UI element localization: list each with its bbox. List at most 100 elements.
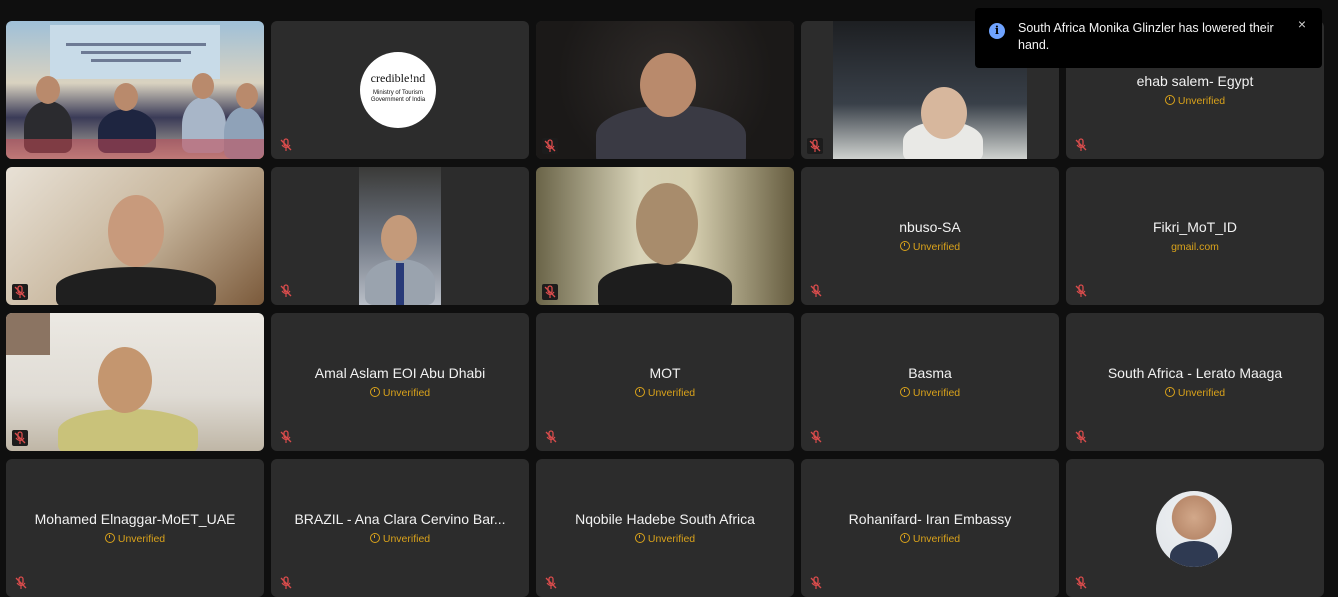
- participant-tile[interactable]: Nqobile Hadebe South Africa Unverified: [536, 459, 794, 597]
- participant-tile[interactable]: [1066, 459, 1324, 597]
- clock-icon: [1164, 387, 1175, 397]
- participant-video: [6, 21, 264, 159]
- clock-icon: [1164, 95, 1175, 105]
- mic-muted-icon: [12, 284, 28, 300]
- person-silhouette: [58, 409, 198, 451]
- participant-grid: credible!nd Ministry of Tourism Governmen…: [6, 21, 1324, 597]
- mic-muted-icon: [279, 430, 293, 444]
- logo-text: credible!nd: [370, 71, 426, 85]
- participant-tile[interactable]: [271, 167, 529, 305]
- mic-muted-icon: [1074, 284, 1088, 298]
- participant-tile[interactable]: credible!nd Ministry of Tourism Governmen…: [271, 21, 529, 159]
- mic-muted-icon: [1074, 430, 1088, 444]
- participant-name: MOT: [649, 365, 681, 381]
- participant-email-domain: gmail.com: [1171, 241, 1219, 253]
- clock-icon: [899, 241, 910, 251]
- mic-muted-icon: [542, 284, 558, 300]
- banner-text-line: [91, 59, 181, 62]
- participant-video: [536, 21, 794, 159]
- participant-name: Rohanifard- Iran Embassy: [848, 511, 1012, 527]
- person-head: [640, 53, 696, 117]
- clock-icon: [899, 387, 910, 397]
- logo-subtext: Ministry of Tourism Government of India: [370, 90, 426, 103]
- participant-name: Amal Aslam EOI Abu Dhabi: [314, 365, 486, 381]
- notification-message: South Africa Monika Glinzler has lowered…: [1018, 21, 1274, 52]
- verification-status: Unverified: [6, 533, 264, 545]
- participant-tile[interactable]: South Africa - Lerato Maaga Unverified: [1066, 313, 1324, 451]
- clock-icon: [899, 533, 910, 543]
- verification-status: Unverified: [271, 533, 529, 545]
- clock-icon: [104, 533, 115, 543]
- participant-tile[interactable]: MOT Unverified: [536, 313, 794, 451]
- mic-muted-icon: [809, 284, 823, 298]
- clock-icon: [369, 533, 380, 543]
- participant-tile[interactable]: Rohanifard- Iran Embassy Unverified: [801, 459, 1059, 597]
- participant-name: Basma: [908, 365, 952, 381]
- wall-frame: [6, 313, 50, 355]
- verification-status: Unverified: [536, 387, 794, 399]
- verification-status: Unverified: [1066, 95, 1324, 107]
- clock-icon: [634, 533, 645, 543]
- banner-text-line: [66, 43, 206, 46]
- participant-tile[interactable]: [6, 167, 264, 305]
- close-icon[interactable]: ×: [1298, 16, 1306, 32]
- verification-status: Unverified: [801, 241, 1059, 253]
- flowers-decoration: [6, 139, 264, 159]
- participant-tile[interactable]: [536, 21, 794, 159]
- verification-status: Unverified: [536, 533, 794, 545]
- mic-muted-icon: [12, 430, 28, 446]
- verification-status: Unverified: [801, 387, 1059, 399]
- verification-status: Unverified: [1066, 387, 1324, 399]
- participant-tile[interactable]: [6, 313, 264, 451]
- participant-tile[interactable]: Mohamed Elnaggar-MoET_UAE Unverified: [6, 459, 264, 597]
- mic-muted-icon: [14, 576, 28, 590]
- mic-muted-icon: [1074, 576, 1088, 590]
- person-head: [192, 73, 214, 99]
- person-silhouette: [598, 263, 732, 305]
- person-head: [108, 195, 164, 267]
- participant-video: [359, 167, 441, 305]
- person-silhouette: [56, 267, 216, 305]
- participant-video: [6, 313, 264, 451]
- participant-name: BRAZIL - Ana Clara Cervino Bar...: [294, 511, 506, 527]
- participant-tile[interactable]: [6, 21, 264, 159]
- participant-video: [536, 167, 794, 305]
- person-head: [381, 215, 417, 261]
- participant-avatar: [1156, 491, 1232, 567]
- participant-tile[interactable]: BRAZIL - Ana Clara Cervino Bar... Unveri…: [271, 459, 529, 597]
- incredible-india-logo: credible!nd Ministry of Tourism Governmen…: [360, 52, 436, 128]
- mic-muted-icon: [807, 138, 823, 154]
- verification-status: Unverified: [801, 533, 1059, 545]
- verification-status: Unverified: [271, 387, 529, 399]
- participant-tile[interactable]: Basma Unverified: [801, 313, 1059, 451]
- mic-muted-icon: [279, 576, 293, 590]
- participant-name: Fikri_MoT_ID: [1152, 219, 1237, 235]
- person-head: [114, 83, 138, 111]
- participant-name: South Africa - Lerato Maaga: [1107, 365, 1283, 381]
- person-head: [921, 87, 967, 139]
- banner-text-line: [81, 51, 191, 54]
- participant-name: ehab salem- Egypt: [1136, 73, 1254, 89]
- necktie: [396, 263, 404, 305]
- mic-muted-icon: [279, 284, 293, 298]
- mic-muted-icon: [809, 576, 823, 590]
- participant-tile[interactable]: Amal Aslam EOI Abu Dhabi Unverified: [271, 313, 529, 451]
- person-head: [236, 83, 258, 109]
- clock-icon: [369, 387, 380, 397]
- participant-video: [6, 167, 264, 305]
- participant-name: Nqobile Hadebe South Africa: [575, 511, 755, 527]
- participant-name: nbuso-SA: [899, 219, 961, 235]
- participant-tile[interactable]: [536, 167, 794, 305]
- clock-icon: [634, 387, 645, 397]
- participant-tile[interactable]: nbuso-SA Unverified: [801, 167, 1059, 305]
- mic-muted-icon: [544, 576, 558, 590]
- mic-muted-icon: [544, 430, 558, 444]
- mic-muted-icon: [279, 138, 293, 152]
- person-head: [36, 76, 60, 104]
- mic-muted-icon: [542, 138, 558, 154]
- person-head: [98, 347, 152, 413]
- info-icon: i: [989, 23, 1005, 39]
- participant-name: Mohamed Elnaggar-MoET_UAE: [34, 511, 236, 527]
- person-head: [636, 183, 698, 265]
- participant-tile[interactable]: Fikri_MoT_ID gmail.com: [1066, 167, 1324, 305]
